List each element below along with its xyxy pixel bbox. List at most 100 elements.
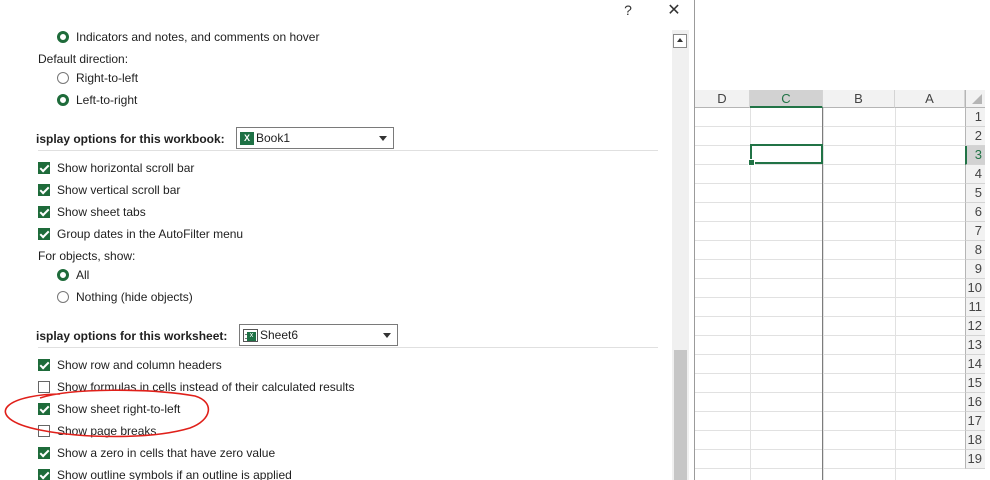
objects-label: For objects, show: — [38, 247, 135, 265]
row-header[interactable]: 16 — [965, 393, 985, 412]
scroll-up-arrow-icon[interactable] — [673, 34, 687, 48]
grid-line — [695, 468, 965, 469]
row-header[interactable]: 12 — [965, 317, 985, 336]
objects-label-text: For objects, show: — [38, 249, 136, 263]
option-label: Show a zero in cells that have zero valu… — [57, 446, 276, 460]
worksheet-section-heading: isplay options for this worksheet: — [36, 327, 227, 345]
grid-line — [823, 90, 824, 480]
objects-nothing-radio[interactable] — [57, 291, 69, 303]
grid-line — [695, 297, 965, 298]
option-show-zero[interactable]: Show a zero in cells that have zero valu… — [38, 444, 275, 462]
option-page-breaks[interactable]: Show page breaks — [38, 422, 156, 440]
objects-all-label: All — [76, 268, 90, 282]
row-header[interactable]: 8 — [965, 241, 985, 260]
comments-option-row[interactable]: Indicators and notes, and comments on ho… — [57, 28, 319, 46]
workbook-section-heading: isplay options for this workbook: — [36, 130, 225, 148]
grid-line — [695, 354, 965, 355]
close-button[interactable]: ✕ — [662, 0, 686, 20]
option-row-col-headers[interactable]: Show row and column headers — [38, 356, 222, 374]
checkbox[interactable] — [38, 403, 50, 415]
excel-workbook-icon: X — [240, 131, 254, 145]
option-label: Show vertical scroll bar — [57, 183, 181, 197]
select-all-corner[interactable] — [965, 90, 985, 108]
option-label: Group dates in the AutoFilter menu — [57, 227, 244, 241]
workbook-section-divider — [38, 150, 658, 151]
comments-radio[interactable] — [57, 31, 69, 43]
row-header[interactable]: 6 — [965, 203, 985, 222]
checkbox[interactable] — [38, 228, 50, 240]
grid-line — [695, 449, 965, 450]
option-sheet-rtl[interactable]: Show sheet right-to-left — [38, 400, 180, 418]
row-header[interactable]: 5 — [965, 184, 985, 203]
row-header[interactable]: 19 — [965, 450, 985, 469]
column-header-d[interactable]: D — [695, 90, 750, 108]
workbook-section-label: isplay options for this workbook: — [36, 132, 225, 146]
checkbox[interactable] — [38, 381, 50, 393]
grid-line — [895, 90, 896, 480]
option-label: Show page breaks — [57, 424, 157, 438]
row-header[interactable]: 17 — [965, 412, 985, 431]
direction-ltr-row[interactable]: Left-to-right — [57, 91, 137, 109]
option-label: Show row and column headers — [57, 358, 222, 372]
grid-line — [695, 335, 965, 336]
grid-line — [695, 278, 965, 279]
row-header[interactable]: 1 — [965, 108, 985, 127]
option-horizontal-scroll[interactable]: Show horizontal scroll bar — [38, 159, 194, 177]
grid-line — [695, 145, 965, 146]
checkbox[interactable] — [38, 184, 50, 196]
row-header[interactable]: 4 — [965, 165, 985, 184]
workbook-dropdown[interactable]: X Book1 — [236, 127, 394, 149]
option-label: Show horizontal scroll bar — [57, 161, 195, 175]
option-label: Show outline symbols if an outline is ap… — [57, 468, 292, 480]
direction-rtl-radio[interactable] — [57, 72, 69, 84]
worksheet-dropdown-value: Sheet6 — [260, 328, 299, 342]
row-header[interactable]: 7 — [965, 222, 985, 241]
row-header[interactable]: 2 — [965, 127, 985, 146]
spreadsheet-grid[interactable]: D C B A 1 2 3 4 5 6 7 8 9 10 11 12 13 14 15 16 17 18 19 — [695, 0, 990, 480]
column-header-b[interactable]: B — [823, 90, 895, 108]
grid-line — [695, 392, 965, 393]
row-header[interactable]: 13 — [965, 336, 985, 355]
objects-nothing-row[interactable]: Nothing (hide objects) — [57, 288, 193, 306]
row-header[interactable]: 15 — [965, 374, 985, 393]
row-header[interactable]: 11 — [965, 298, 985, 317]
grid-line — [695, 430, 965, 431]
objects-all-radio[interactable] — [57, 269, 69, 281]
checkbox[interactable] — [38, 359, 50, 371]
grid-line — [695, 126, 965, 127]
workbook-dropdown-value: Book1 — [256, 131, 291, 145]
checkbox[interactable] — [38, 469, 50, 480]
direction-rtl-row[interactable]: Right-to-left — [57, 69, 138, 87]
direction-ltr-radio[interactable] — [57, 94, 69, 106]
worksheet-section-divider — [38, 347, 658, 348]
grid-line — [695, 202, 965, 203]
checkbox[interactable] — [38, 162, 50, 174]
row-header[interactable]: 10 — [965, 279, 985, 298]
row-header[interactable]: 9 — [965, 260, 985, 279]
option-show-formulas[interactable]: Show formulas in cells instead of their … — [38, 378, 354, 396]
row-header[interactable]: 14 — [965, 355, 985, 374]
objects-all-row[interactable]: All — [57, 266, 89, 284]
option-sheet-tabs[interactable]: Show sheet tabs — [38, 203, 146, 221]
option-outline-symbols[interactable]: Show outline symbols if an outline is ap… — [38, 466, 292, 480]
row-header[interactable]: 18 — [965, 431, 985, 450]
option-vertical-scroll[interactable]: Show vertical scroll bar — [38, 181, 180, 199]
help-button[interactable]: ? — [618, 2, 638, 18]
checkbox[interactable] — [38, 447, 50, 459]
worksheet-dropdown[interactable]: Sheet6 — [239, 324, 398, 346]
option-group-dates[interactable]: Group dates in the AutoFilter menu — [38, 225, 243, 243]
grid-line — [695, 259, 965, 260]
active-cell-c3[interactable] — [748, 144, 823, 166]
option-label: Show sheet right-to-left — [57, 402, 181, 416]
default-direction-text: Default direction: — [38, 52, 129, 66]
row-header[interactable]: 3 — [965, 146, 985, 165]
objects-nothing-label: Nothing (hide objects) — [76, 290, 193, 304]
chevron-down-icon — [379, 136, 387, 141]
scroll-thumb[interactable] — [674, 350, 687, 480]
checkbox[interactable] — [38, 206, 50, 218]
excel-options-dialog: ? ✕ Indicators and notes, and comments o… — [0, 0, 695, 480]
option-label: Show sheet tabs — [57, 205, 146, 219]
column-header-a[interactable]: A — [895, 90, 965, 108]
column-header-c[interactable]: C — [750, 90, 823, 108]
checkbox[interactable] — [38, 425, 50, 437]
